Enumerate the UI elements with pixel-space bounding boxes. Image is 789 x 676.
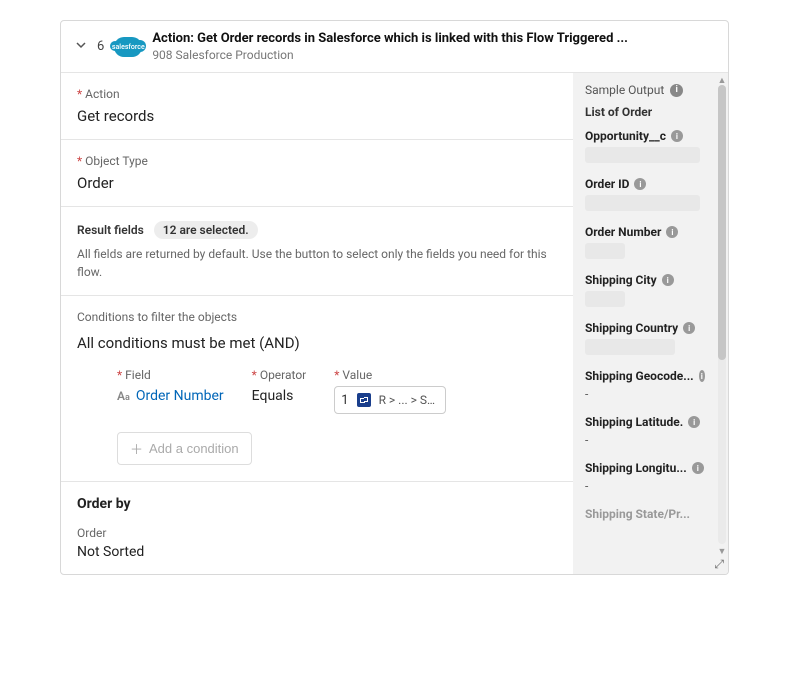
filter-operator-cell: Operator Equals — [252, 368, 307, 404]
filter-operator-label: Operator — [252, 368, 307, 382]
step-header[interactable]: 6 salesforce Action: Get Order records i… — [61, 21, 728, 73]
flow-step-card: 6 salesforce Action: Get Order records i… — [60, 20, 729, 575]
filter-value-cell: Value 1 R > ... > Sal... — [334, 368, 445, 414]
result-fields-section: Result fields 12 are selected. All field… — [61, 207, 573, 296]
sample-scrollbar[interactable] — [718, 85, 726, 544]
action-section: Action Get records — [61, 73, 573, 140]
order-by-section: Order by Order Not Sorted — [61, 482, 573, 574]
filter-operator-value[interactable]: Equals — [252, 388, 307, 404]
conditions-label: Conditions to filter the objects — [77, 310, 557, 324]
sample-field-placeholder — [585, 195, 700, 211]
sample-field: Shipping Cityi — [585, 273, 720, 307]
step-subtitle: 908 Salesforce Production — [152, 48, 628, 62]
sample-field-placeholder — [585, 339, 675, 355]
filter-value-label: Value — [334, 368, 445, 382]
order-value[interactable]: Not Sorted — [77, 544, 557, 560]
info-icon[interactable]: i — [699, 370, 705, 382]
filter-row-block: Field Aa Order Number Operator Equals Va… — [77, 352, 557, 481]
sample-field: Order IDi — [585, 177, 720, 211]
sample-field: Shipping Countryi — [585, 321, 720, 355]
sample-output-panel: Sample Output i List of Order Opportunit… — [573, 73, 728, 574]
result-fields-help: All fields are returned by default. Use … — [77, 245, 557, 281]
info-icon[interactable]: i — [662, 274, 674, 286]
info-icon[interactable]: i — [670, 84, 683, 97]
sample-field-label: Shipping Latitude.i — [585, 415, 705, 429]
order-label: Order — [77, 526, 557, 540]
chevron-down-icon[interactable] — [75, 39, 87, 55]
sample-field-label: Shipping State/Pr... — [585, 507, 705, 521]
filter-field-cell: Field Aa Order Number — [117, 368, 224, 404]
sample-field-label: Shipping Longitu...i — [585, 461, 705, 475]
conditions-mode[interactable]: All conditions must be met (AND) — [77, 334, 557, 352]
sample-field: Opportunity__ci — [585, 129, 720, 163]
sample-output-subtitle: List of Order — [585, 105, 720, 119]
info-icon[interactable]: i — [688, 416, 700, 428]
sample-field-placeholder — [585, 291, 625, 307]
action-value[interactable]: Get records — [77, 107, 557, 125]
add-condition-label: Add a condition — [149, 441, 239, 456]
info-icon[interactable]: i — [634, 178, 646, 190]
sample-field: Shipping Latitude.i - — [585, 415, 720, 447]
sample-field: Shipping Geocode...i - — [585, 369, 720, 401]
sample-field-label: Opportunity__ci — [585, 129, 705, 143]
flow-reference-icon — [355, 391, 373, 409]
sample-field-label: Shipping Cityi — [585, 273, 705, 287]
sample-field-placeholder — [585, 147, 700, 163]
sample-field: Shipping State/Pr... — [585, 507, 720, 521]
sample-field-label: Order IDi — [585, 177, 705, 191]
step-number: 6 — [97, 39, 104, 54]
object-type-value[interactable]: Order — [77, 174, 557, 192]
sample-output-title-row: Sample Output i — [585, 83, 720, 97]
info-icon[interactable]: i — [683, 322, 695, 334]
sample-field-value: - — [585, 433, 720, 447]
sample-field-value: - — [585, 387, 720, 401]
main-column: Action Get records Object Type Order Res… — [61, 73, 573, 574]
filter-value-input[interactable]: 1 R > ... > Sal... — [334, 386, 445, 414]
sample-field-label: Shipping Countryi — [585, 321, 705, 335]
filter-value-path: R > ... > Sal... — [379, 393, 439, 407]
sample-field-value: - — [585, 479, 720, 493]
filter-field-value[interactable]: Aa Order Number — [117, 388, 224, 404]
sample-field-label: Shipping Geocode...i — [585, 369, 705, 383]
result-fields-count[interactable]: 12 are selected. — [154, 221, 258, 239]
step-title: Action: Get Order records in Salesforce … — [152, 31, 628, 46]
scroll-up-arrow[interactable]: ▲ — [717, 75, 727, 85]
salesforce-icon: salesforce — [114, 37, 142, 57]
sample-field: Order Numberi — [585, 225, 720, 259]
header-text: Action: Get Order records in Salesforce … — [152, 31, 628, 62]
sample-field-placeholder — [585, 243, 625, 259]
sample-field: Shipping Longitu...i - — [585, 461, 720, 493]
scroll-down-arrow[interactable]: ▼ — [717, 546, 727, 556]
sample-field-label: Order Numberi — [585, 225, 705, 239]
action-label: Action — [77, 87, 557, 101]
order-by-heading: Order by — [77, 496, 557, 512]
expand-icon[interactable]: ⤢ — [714, 557, 724, 572]
scroll-thumb[interactable] — [718, 85, 726, 360]
info-icon[interactable]: i — [666, 226, 678, 238]
result-fields-label: Result fields — [77, 223, 144, 237]
object-type-section: Object Type Order — [61, 140, 573, 207]
filter-value-index: 1 — [341, 393, 348, 408]
info-icon[interactable]: i — [692, 462, 704, 474]
sample-output-title: Sample Output — [585, 83, 664, 97]
plus-icon: ＋ — [130, 439, 143, 458]
info-icon[interactable]: i — [671, 130, 683, 142]
conditions-section: Conditions to filter the objects All con… — [61, 296, 573, 482]
add-condition-button[interactable]: ＋ Add a condition — [117, 432, 252, 465]
text-type-icon: Aa — [117, 389, 130, 403]
object-type-label: Object Type — [77, 154, 557, 168]
filter-field-label: Field — [117, 368, 224, 382]
filter-field-name: Order Number — [136, 388, 224, 404]
